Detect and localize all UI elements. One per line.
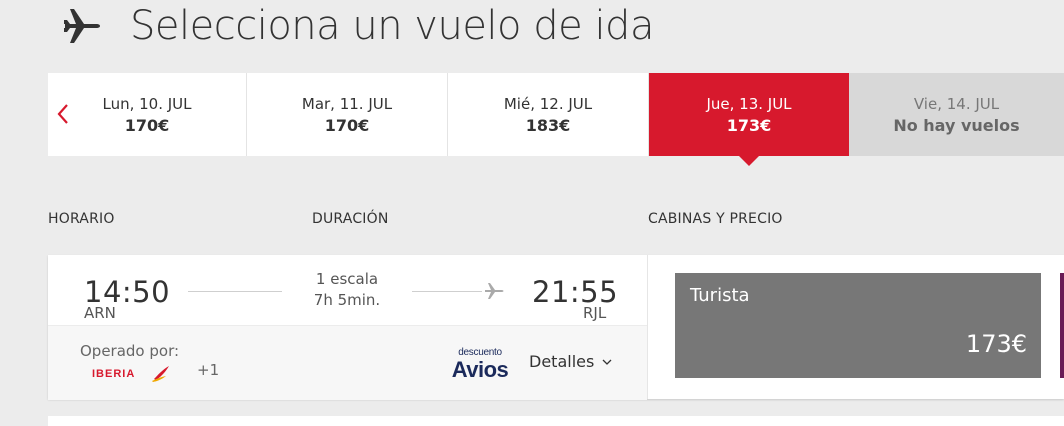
chevron-down-icon xyxy=(602,359,612,365)
details-label: Detalles xyxy=(529,352,595,371)
day-price: 173€ xyxy=(726,115,772,135)
arrival-time: 21:55 xyxy=(532,275,619,309)
airplane-icon xyxy=(64,9,100,43)
day-tab-thu-13-selected[interactable]: Jue, 13. JUL 173€ xyxy=(649,73,849,166)
day-label: Lun, 10. JUL xyxy=(102,94,192,113)
column-header-schedule: HORARIO xyxy=(48,211,115,227)
day-price: No hay vuelos xyxy=(893,115,1020,135)
fare-option-next-edge[interactable] xyxy=(1060,273,1064,378)
chevron-left-icon[interactable] xyxy=(56,102,70,126)
flight-stops-duration: 1 escala 7h 5min. xyxy=(288,269,406,311)
day-tab-wed-12[interactable]: Mié, 12. JUL 183€ xyxy=(448,73,649,156)
day-price: 170€ xyxy=(324,115,370,135)
day-tab-tue-11[interactable]: Mar, 11. JUL 170€ xyxy=(247,73,448,156)
day-price: 183€ xyxy=(525,115,571,135)
details-button[interactable]: Detalles xyxy=(529,352,612,371)
day-tab-mon-10[interactable]: Lun, 10. JUL 170€ xyxy=(48,73,247,156)
iberia-logo: IBERIA xyxy=(92,366,169,382)
route-line xyxy=(188,291,282,292)
date-selector: Lun, 10. JUL 170€ Mar, 11. JUL 170€ Mié,… xyxy=(48,73,1064,166)
fare-price: 173€ xyxy=(965,330,1027,358)
flight-card: 14:50 ARN 1 escala 7h 5min. 21:55 RJL Op… xyxy=(48,255,1064,400)
stops-label: 1 escala xyxy=(315,270,379,288)
column-header-duration: DURACIÓN xyxy=(312,211,389,227)
route-line xyxy=(412,291,482,292)
column-header-cabins: CABINAS Y PRECIO xyxy=(648,211,783,227)
departure-airport: ARN xyxy=(84,304,116,322)
iberia-logo-text: IBERIA xyxy=(92,368,135,380)
avios-discount-icon: descuento Avios xyxy=(452,347,509,381)
fare-name: Turista xyxy=(690,285,750,306)
card-divider xyxy=(647,255,648,399)
more-airlines-count: +1 xyxy=(197,361,220,379)
departure-time: 14:50 xyxy=(84,275,171,309)
airplane-small-icon xyxy=(485,283,504,299)
operated-by-label: Operado por: xyxy=(80,342,180,360)
day-label: Mié, 12. JUL xyxy=(503,94,593,113)
day-price: 170€ xyxy=(124,115,170,135)
page-title: Selecciona un vuelo de ida xyxy=(130,3,654,49)
page-header: Selecciona un vuelo de ida xyxy=(62,0,654,52)
day-label: Mar, 11. JUL xyxy=(301,94,393,113)
fare-option-turista[interactable]: Turista 173€ xyxy=(675,273,1041,378)
day-label: Vie, 14. JUL xyxy=(913,94,1000,113)
day-label: Jue, 13. JUL xyxy=(706,94,792,113)
arrival-airport: RJL xyxy=(583,304,607,322)
next-flight-card xyxy=(48,416,1064,426)
day-tab-fri-14-disabled: Vie, 14. JUL No hay vuelos xyxy=(849,73,1064,156)
avios-main-text: Avios xyxy=(452,357,509,381)
duration-label: 7h 5min. xyxy=(313,291,381,309)
